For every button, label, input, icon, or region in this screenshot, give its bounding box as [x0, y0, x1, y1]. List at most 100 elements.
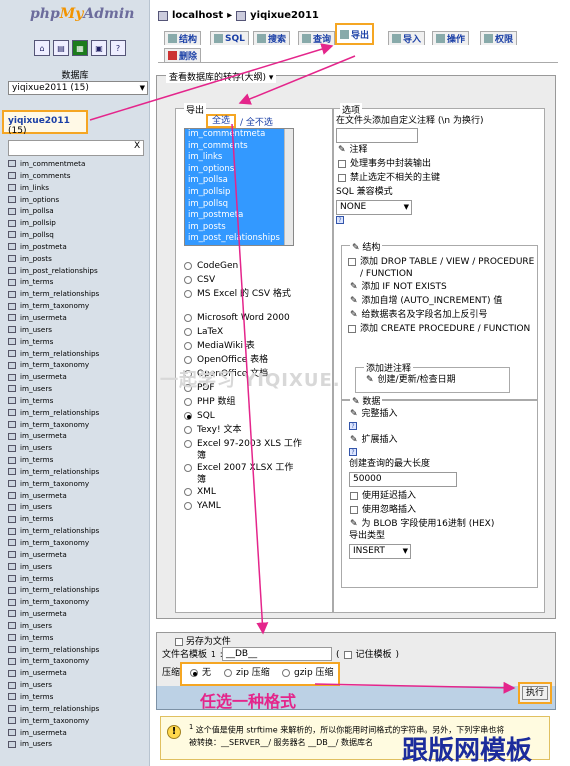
tab-query[interactable]: 查询	[298, 31, 336, 45]
format-radio[interactable]	[184, 342, 192, 350]
table-icon[interactable]	[8, 255, 16, 263]
sql-window-icon[interactable]: ▦	[72, 40, 88, 56]
help-icon[interactable]: ?	[349, 448, 357, 456]
format-radio[interactable]	[184, 290, 192, 298]
delayed-checkbox[interactable]	[350, 492, 358, 500]
table-list-item[interactable]: im_term_relationships	[8, 525, 99, 537]
tab-import[interactable]: 导入	[388, 31, 426, 45]
multiselect-scrollbar[interactable]	[284, 129, 293, 245]
table-icon[interactable]	[8, 302, 16, 310]
export-format-option[interactable]: SQL	[184, 410, 302, 422]
table-list-item[interactable]: im_usermeta	[8, 430, 99, 442]
table-list-item[interactable]: im_term_taxonomy	[8, 655, 99, 667]
save-as-checkbox[interactable]	[175, 637, 183, 646]
table-list-item[interactable]: im_term_taxonomy	[8, 715, 99, 727]
table-list-item[interactable]: im_terms	[8, 276, 99, 288]
help-icon[interactable]: ?	[349, 422, 357, 430]
table-icon[interactable]	[8, 657, 16, 665]
create-proc-checkbox[interactable]	[348, 325, 356, 333]
table-list-item[interactable]: im_links	[8, 182, 99, 194]
table-list-item[interactable]: im_term_relationships	[8, 584, 99, 596]
table-list-item[interactable]: im_posts	[8, 253, 99, 265]
table-icon[interactable]	[8, 207, 16, 215]
table-list-item[interactable]: im_usermeta	[8, 727, 99, 739]
table-option[interactable]: im_pollsip	[185, 186, 293, 199]
format-radio[interactable]	[184, 464, 192, 472]
drop-checkbox[interactable]	[348, 258, 356, 266]
export-format-option[interactable]: Excel 97-2003 XLS 工作簿	[184, 438, 302, 462]
table-icon[interactable]	[8, 338, 16, 346]
export-format-option[interactable]: LaTeX	[184, 326, 302, 338]
format-radio[interactable]	[184, 412, 192, 420]
table-list-item[interactable]: im_users	[8, 324, 99, 336]
table-list-item[interactable]: im_term_taxonomy	[8, 300, 99, 312]
table-option[interactable]: im_pollsa	[185, 175, 293, 187]
table-list-item[interactable]: im_usermeta	[8, 312, 99, 324]
select-all-link[interactable]: 全选	[206, 114, 236, 128]
filename-template-input[interactable]: __DB__	[222, 647, 332, 661]
table-list-item[interactable]: im_options	[8, 194, 99, 206]
table-icon[interactable]	[8, 728, 16, 736]
table-list-item[interactable]: im_users	[8, 442, 99, 454]
table-icon[interactable]	[8, 290, 16, 298]
tab-privileges[interactable]: 权限	[480, 31, 518, 45]
remember-template-checkbox[interactable]	[343, 651, 352, 659]
current-database-link[interactable]: yiqixue2011 (15)	[2, 110, 88, 136]
ignore-checkbox[interactable]	[350, 506, 358, 514]
table-icon[interactable]	[8, 468, 16, 476]
table-icon[interactable]	[8, 503, 16, 511]
table-list-item[interactable]: im_terms	[8, 632, 99, 644]
fk-checkbox[interactable]	[338, 174, 346, 182]
tab-sql[interactable]: SQL	[210, 31, 249, 45]
export-format-option[interactable]: MS Excel 的 CSV 格式	[184, 288, 302, 300]
table-list-item[interactable]: im_pollsip	[8, 217, 99, 229]
table-list-item[interactable]: im_terms	[8, 336, 99, 348]
compat-select[interactable]: NONE ▼	[336, 200, 412, 215]
tab-export[interactable]: 导出	[335, 23, 375, 45]
backquotes-option[interactable]: ✎ 给数据表名及字段名加上反引号	[350, 309, 488, 321]
table-option[interactable]: im_post_relationships	[185, 233, 293, 245]
table-list-item[interactable]: im_term_relationships	[8, 703, 99, 715]
table-icon[interactable]	[8, 219, 16, 227]
table-list-item[interactable]: im_usermeta	[8, 490, 99, 502]
table-list-item[interactable]: im_terms	[8, 454, 99, 466]
auto-inc-option[interactable]: ✎ 添加自增 (AUTO_INCREMENT) 值	[350, 295, 502, 307]
table-list-item[interactable]: im_terms	[8, 513, 99, 525]
complete-insert-option[interactable]: ✎ 完整插入	[350, 408, 398, 420]
transaction-checkbox[interactable]	[338, 160, 346, 168]
hex-option[interactable]: ✎ 为 BLOB 字段使用16进制 (HEX)	[350, 518, 494, 530]
help-icon[interactable]: ?	[336, 216, 344, 224]
home-icon[interactable]: ⌂	[34, 40, 50, 56]
table-option[interactable]: im_pollsq	[185, 198, 293, 211]
table-icon[interactable]	[8, 515, 16, 523]
table-icon[interactable]	[8, 480, 16, 488]
table-list-item[interactable]: im_term_taxonomy	[8, 596, 99, 608]
breadcrumb-server[interactable]: localhost	[172, 10, 223, 21]
export-format-option[interactable]: Texy! 文本	[184, 424, 302, 436]
table-list-item[interactable]: im_term_relationships	[8, 288, 99, 300]
table-option[interactable]: im_comments	[185, 140, 293, 153]
table-list-item[interactable]: im_usermeta	[8, 608, 99, 620]
table-icon[interactable]	[8, 527, 16, 535]
save-as-legend[interactable]: 另存为文件	[173, 634, 233, 647]
table-option[interactable]: im_posts	[185, 221, 293, 234]
drop-option[interactable]: 添加 DROP TABLE / VIEW / PROCEDURE / FUNCT…	[348, 256, 536, 280]
table-list-item[interactable]: im_term_taxonomy	[8, 478, 99, 490]
table-list-item[interactable]: im_term_relationships	[8, 466, 99, 478]
table-icon[interactable]	[8, 551, 16, 559]
format-radio[interactable]	[184, 276, 192, 284]
table-icon[interactable]	[8, 267, 16, 275]
table-option[interactable]: im_options	[185, 163, 293, 176]
table-list-item[interactable]: im_users	[8, 620, 99, 632]
table-icon[interactable]	[8, 432, 16, 440]
export-format-option[interactable]: YAML	[184, 500, 302, 512]
table-icon[interactable]	[8, 622, 16, 630]
extended-insert-option[interactable]: ✎ 扩展插入	[350, 434, 398, 446]
table-icon[interactable]	[8, 598, 16, 606]
export-format-option[interactable]: OpenOffice 表格	[184, 354, 302, 366]
export-format-option[interactable]: Microsoft Word 2000	[184, 312, 302, 324]
table-icon[interactable]	[8, 278, 16, 286]
table-filter-input[interactable]	[8, 140, 144, 156]
format-radio[interactable]	[184, 488, 192, 496]
table-icon[interactable]	[8, 184, 16, 192]
